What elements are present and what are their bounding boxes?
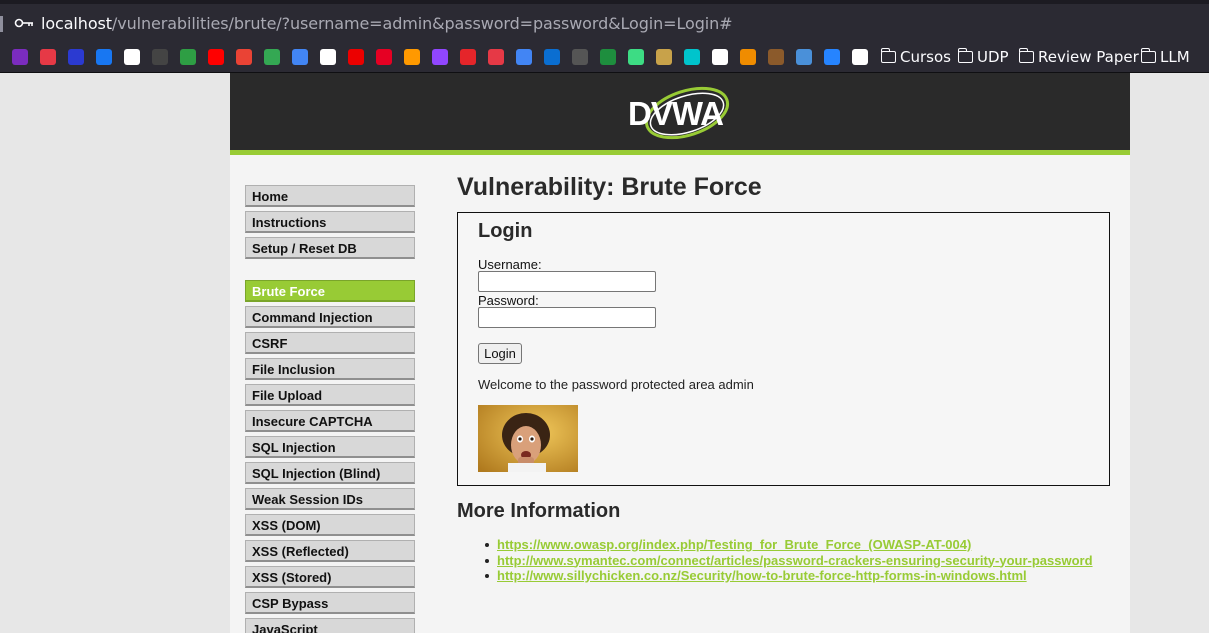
menu-item-file-inclusion[interactable]: File Inclusion: [245, 358, 415, 380]
bookmark-image-icon[interactable]: [768, 49, 784, 65]
list-item: https://www.owasp.org/index.php/Testing_…: [479, 537, 1093, 553]
main-content: Vulnerability: Brute Force Login Usernam…: [457, 173, 1110, 583]
dvwa-logo: DVWA: [625, 81, 737, 145]
bookmark-grid-icon[interactable]: [124, 49, 140, 65]
more-info-heading: More Information: [457, 500, 621, 522]
bookmark-notion-icon[interactable]: [852, 49, 868, 65]
page-title: Vulnerability: Brute Force: [457, 173, 762, 201]
bookmark-canva-icon[interactable]: [684, 49, 700, 65]
side-menu: Home Instructions Setup / Reset DB Brute Fo…: [245, 185, 415, 633]
bookmark-leaf-icon[interactable]: [628, 49, 644, 65]
bookmarks-bar: Cursos UDP Review Paper LLM: [0, 40, 1209, 73]
bookmark-meta-icon[interactable]: [96, 49, 112, 65]
bookmark-pinterest-icon[interactable]: [376, 49, 392, 65]
bookmark-folder-review-paper[interactable]: Review Paper: [1018, 47, 1139, 67]
menu-item-xss-dom[interactable]: XSS (DOM): [245, 514, 415, 536]
menu-item-setup-reset-db[interactable]: Setup / Reset DB: [245, 237, 415, 259]
info-links: https://www.owasp.org/index.php/Testing_…: [479, 537, 1093, 584]
login-heading: Login: [478, 220, 533, 242]
dvwa-page: DVWA Home Instructions Setup / Reset DB Bru…: [230, 73, 1130, 633]
list-item: http://www.symantec.com/connect/articles…: [479, 553, 1093, 569]
menu-item-xss-reflected[interactable]: XSS (Reflected): [245, 540, 415, 562]
url-bar[interactable]: localhost/vulnerabilities/brute/?usernam…: [0, 0, 1209, 40]
menu-item-brute-force[interactable]: Brute Force: [245, 280, 415, 302]
menu-gap: [245, 263, 415, 280]
bookmark-amazon-icon[interactable]: [404, 49, 420, 65]
menu-item-home[interactable]: Home: [245, 185, 415, 207]
password-label: Password:: [478, 293, 539, 308]
link-symantec[interactable]: http://www.symantec.com/connect/articles…: [497, 553, 1093, 568]
menu-item-javascript[interactable]: JavaScript: [245, 618, 415, 633]
url-host: localhost: [41, 14, 112, 33]
folder-icon: [1140, 48, 1156, 63]
bookmark-wordreference-icon[interactable]: [320, 49, 336, 65]
bookmark-twitch-icon[interactable]: [432, 49, 448, 65]
bookmark-folder-llm[interactable]: LLM: [1140, 47, 1190, 67]
login-box: Login Username: Password: Login Welcome …: [457, 212, 1110, 486]
bookmark-heart-icon[interactable]: [488, 49, 504, 65]
bookmark-folder-label: Review Paper: [1038, 48, 1139, 66]
bookmark-pyramid-icon[interactable]: [656, 49, 672, 65]
menu-item-sql-injection-blind[interactable]: SQL Injection (Blind): [245, 462, 415, 484]
user-avatar-photo: [478, 405, 578, 472]
menu-item-file-upload[interactable]: File Upload: [245, 384, 415, 406]
bookmark-play-icon[interactable]: [180, 49, 196, 65]
bookmark-globe-icon[interactable]: [572, 49, 588, 65]
username-input[interactable]: [478, 271, 656, 292]
bookmark-sap-icon[interactable]: [544, 49, 560, 65]
menu-item-xss-stored[interactable]: XSS (Stored): [245, 566, 415, 588]
bookmark-gmail-icon[interactable]: [236, 49, 252, 65]
link-sillychicken[interactable]: http://www.sillychicken.co.nz/Security/h…: [497, 568, 1027, 583]
bookmark-folder-udp[interactable]: UDP: [957, 47, 1009, 67]
folder-icon: [880, 48, 896, 63]
page-header: DVWA: [230, 73, 1130, 155]
url-text[interactable]: localhost/vulnerabilities/brute/?usernam…: [41, 14, 733, 33]
bookmark-folder-label: Cursos: [900, 48, 951, 66]
welcome-message: Welcome to the password protected area a…: [478, 377, 754, 392]
menu-item-insecure-captcha[interactable]: Insecure CAPTCHA: [245, 410, 415, 432]
bookmark-folder-label: LLM: [1160, 48, 1190, 66]
bookmark-mastodon-icon[interactable]: [12, 49, 28, 65]
bookmark-symbolab-icon[interactable]: [460, 49, 476, 65]
password-input[interactable]: [478, 307, 656, 328]
menu-item-instructions[interactable]: Instructions: [245, 211, 415, 233]
bookmark-github-icon[interactable]: [712, 49, 728, 65]
login-button[interactable]: Login: [478, 343, 522, 364]
bookmark-translate-icon[interactable]: [292, 49, 308, 65]
link-owasp[interactable]: https://www.owasp.org/index.php/Testing_…: [497, 537, 971, 552]
bookmark-drive-icon[interactable]: [264, 49, 280, 65]
url-bar-edge: [0, 16, 3, 32]
menu-item-csrf[interactable]: CSRF: [245, 332, 415, 354]
url-path: /vulnerabilities/brute/?username=admin&p…: [111, 14, 733, 33]
logo-text: DVWA: [628, 95, 724, 132]
menu-item-sql-injection[interactable]: SQL Injection: [245, 436, 415, 458]
bookmark-star-icon[interactable]: [40, 49, 56, 65]
menu-item-weak-session-ids[interactable]: Weak Session IDs: [245, 488, 415, 510]
key-icon[interactable]: [14, 16, 36, 30]
bookmark-santander-icon[interactable]: [348, 49, 364, 65]
bookmark-graduation-icon[interactable]: [796, 49, 812, 65]
list-item: http://www.sillychicken.co.nz/Security/h…: [479, 568, 1093, 584]
bookmark-folder-label: UDP: [977, 48, 1009, 66]
bookmark-folder-cursos[interactable]: Cursos: [880, 47, 951, 67]
username-label: Username:: [478, 257, 542, 272]
bookmark-classroom-icon[interactable]: [600, 49, 616, 65]
bookmark-infinity-icon[interactable]: [740, 49, 756, 65]
bookmark-appletv-icon[interactable]: [152, 49, 168, 65]
bookmark-disney-icon[interactable]: [68, 49, 84, 65]
menu-item-command-injection[interactable]: Command Injection: [245, 306, 415, 328]
bookmark-calendar-icon[interactable]: [516, 49, 532, 65]
bookmark-youtube-music-icon[interactable]: [208, 49, 224, 65]
folder-icon: [957, 48, 973, 63]
menu-item-csp-bypass[interactable]: CSP Bypass: [245, 592, 415, 614]
folder-icon: [1018, 48, 1034, 63]
bookmark-jira-icon[interactable]: [824, 49, 840, 65]
